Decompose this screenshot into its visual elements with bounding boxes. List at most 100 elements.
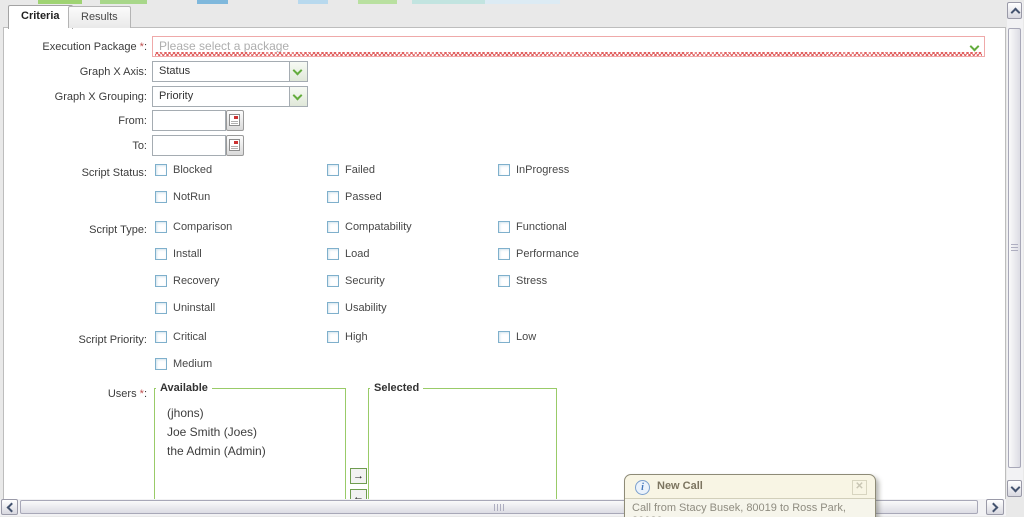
list-item[interactable]: Joe Smith (Joes) xyxy=(167,423,341,442)
dropdown-button[interactable] xyxy=(289,62,307,81)
selected-legend: Selected xyxy=(370,382,423,394)
scroll-up-button[interactable] xyxy=(1007,2,1022,19)
checkbox-item-performance[interactable]: Performance xyxy=(498,248,579,260)
scrollbar-corner xyxy=(1007,499,1024,517)
list-item[interactable]: (jhons) xyxy=(167,404,341,423)
available-legend: Available xyxy=(156,382,212,394)
chevron-right-icon xyxy=(989,503,999,513)
graph-x-grouping-value: Priority xyxy=(159,90,193,102)
notification-line1: Call from Stacy Busek, 80019 to Ross Par… xyxy=(632,502,868,517)
graph-x-axis-value: Status xyxy=(159,65,190,77)
checkbox-item-compatability[interactable]: Compatability xyxy=(327,221,412,233)
checkbox-item-recovery[interactable]: Recovery xyxy=(155,275,219,287)
chevron-down-icon xyxy=(293,66,303,76)
checkbox[interactable] xyxy=(498,164,510,176)
checkbox-item-load[interactable]: Load xyxy=(327,248,369,260)
checkbox[interactable] xyxy=(327,248,339,260)
checkbox[interactable] xyxy=(498,221,510,233)
checkbox[interactable] xyxy=(327,191,339,203)
graph-x-axis-select[interactable]: Status xyxy=(152,61,308,82)
checkbox[interactable] xyxy=(155,331,167,343)
checkbox-item-low[interactable]: Low xyxy=(498,331,536,343)
list-item[interactable]: the Admin (Admin) xyxy=(167,442,341,461)
checkbox-item-critical[interactable]: Critical xyxy=(155,331,207,343)
script-type-label: Script Type: xyxy=(0,224,147,236)
move-right-button[interactable]: → xyxy=(350,468,367,484)
checkbox-item-failed[interactable]: Failed xyxy=(327,164,375,176)
vertical-scrollbar[interactable] xyxy=(1007,2,1023,497)
checkbox-item-notrun[interactable]: NotRun xyxy=(155,191,210,203)
graph-x-grouping-label: Graph X Grouping: xyxy=(0,91,147,103)
checkbox-item-inprogress[interactable]: InProgress xyxy=(498,164,569,176)
label-colon: : xyxy=(144,41,147,53)
checkbox-item-comparison[interactable]: Comparison xyxy=(155,221,232,233)
checkbox-label: Stress xyxy=(516,275,547,287)
notification-header: i New Call ✕ xyxy=(625,475,875,498)
checkbox[interactable] xyxy=(327,331,339,343)
close-icon[interactable]: ✕ xyxy=(852,480,867,495)
tab-results[interactable]: Results xyxy=(68,6,131,28)
checkbox[interactable] xyxy=(327,221,339,233)
checkbox[interactable] xyxy=(327,164,339,176)
script-priority-label: Script Priority: xyxy=(0,334,147,346)
checkbox-label: Blocked xyxy=(173,164,212,176)
checkbox-item-uninstall[interactable]: Uninstall xyxy=(155,302,215,314)
checkbox-item-stress[interactable]: Stress xyxy=(498,275,547,287)
to-date-input[interactable] xyxy=(152,135,226,156)
chevron-down-icon[interactable] xyxy=(970,42,980,52)
scroll-down-button[interactable] xyxy=(1007,480,1022,497)
checkbox[interactable] xyxy=(155,221,167,233)
checkbox-item-install[interactable]: Install xyxy=(155,248,202,260)
checkbox-item-high[interactable]: High xyxy=(327,331,368,343)
tab-criteria[interactable]: Criteria xyxy=(8,5,73,29)
checkbox[interactable] xyxy=(155,302,167,314)
checkbox[interactable] xyxy=(155,191,167,203)
execution-package-combobox[interactable]: Please select a package xyxy=(152,36,985,57)
checkbox-label: Load xyxy=(345,248,369,260)
chart-bar-sliver xyxy=(412,0,485,4)
checkbox-label: NotRun xyxy=(173,191,210,203)
checkbox-label: InProgress xyxy=(516,164,569,176)
checkbox[interactable] xyxy=(327,302,339,314)
checkbox[interactable] xyxy=(327,275,339,287)
chart-bar-sliver xyxy=(38,0,82,4)
checkbox-item-functional[interactable]: Functional xyxy=(498,221,567,233)
from-date-input[interactable] xyxy=(152,110,226,131)
graph-x-grouping-select[interactable]: Priority xyxy=(152,86,308,107)
scroll-left-button[interactable] xyxy=(1,499,18,515)
from-datepicker-button[interactable] xyxy=(226,110,244,131)
chevron-left-icon xyxy=(7,503,17,513)
checkbox-label: High xyxy=(345,331,368,343)
checkbox[interactable] xyxy=(498,248,510,260)
scroll-right-button[interactable] xyxy=(986,499,1004,515)
checkbox-item-blocked[interactable]: Blocked xyxy=(155,164,212,176)
checkbox[interactable] xyxy=(155,275,167,287)
dropdown-button[interactable] xyxy=(289,87,307,106)
checkbox-item-usability[interactable]: Usability xyxy=(327,302,387,314)
notification-title: New Call xyxy=(657,480,703,492)
notification-body[interactable]: Call from Stacy Busek, 80019 to Ross Par… xyxy=(625,498,875,517)
thumb-grip xyxy=(1011,244,1018,252)
checkbox-label: Security xyxy=(345,275,385,287)
chart-bar-sliver xyxy=(298,0,328,4)
chart-bar-sliver xyxy=(197,0,228,4)
checkbox[interactable] xyxy=(155,358,167,370)
checkbox-item-security[interactable]: Security xyxy=(327,275,385,287)
vertical-scroll-thumb[interactable] xyxy=(1008,28,1021,468)
chart-bar-sliver xyxy=(100,0,147,4)
checkbox-item-passed[interactable]: Passed xyxy=(327,191,382,203)
chart-bar-sliver xyxy=(358,0,397,4)
checkbox[interactable] xyxy=(498,275,510,287)
checkbox[interactable] xyxy=(155,164,167,176)
checkbox-label: Usability xyxy=(345,302,387,314)
label-text: Users xyxy=(108,388,137,400)
label-colon: : xyxy=(144,388,147,400)
to-datepicker-button[interactable] xyxy=(226,135,244,156)
selected-users-box: Selected xyxy=(368,382,557,510)
checkbox[interactable] xyxy=(498,331,510,343)
report-criteria-screen: Criteria Results Execution Package *: Pl… xyxy=(0,0,1024,517)
script-status-label: Script Status: xyxy=(0,167,147,179)
checkbox-item-medium[interactable]: Medium xyxy=(155,358,212,370)
checkbox[interactable] xyxy=(155,248,167,260)
checkbox-label: Uninstall xyxy=(173,302,215,314)
